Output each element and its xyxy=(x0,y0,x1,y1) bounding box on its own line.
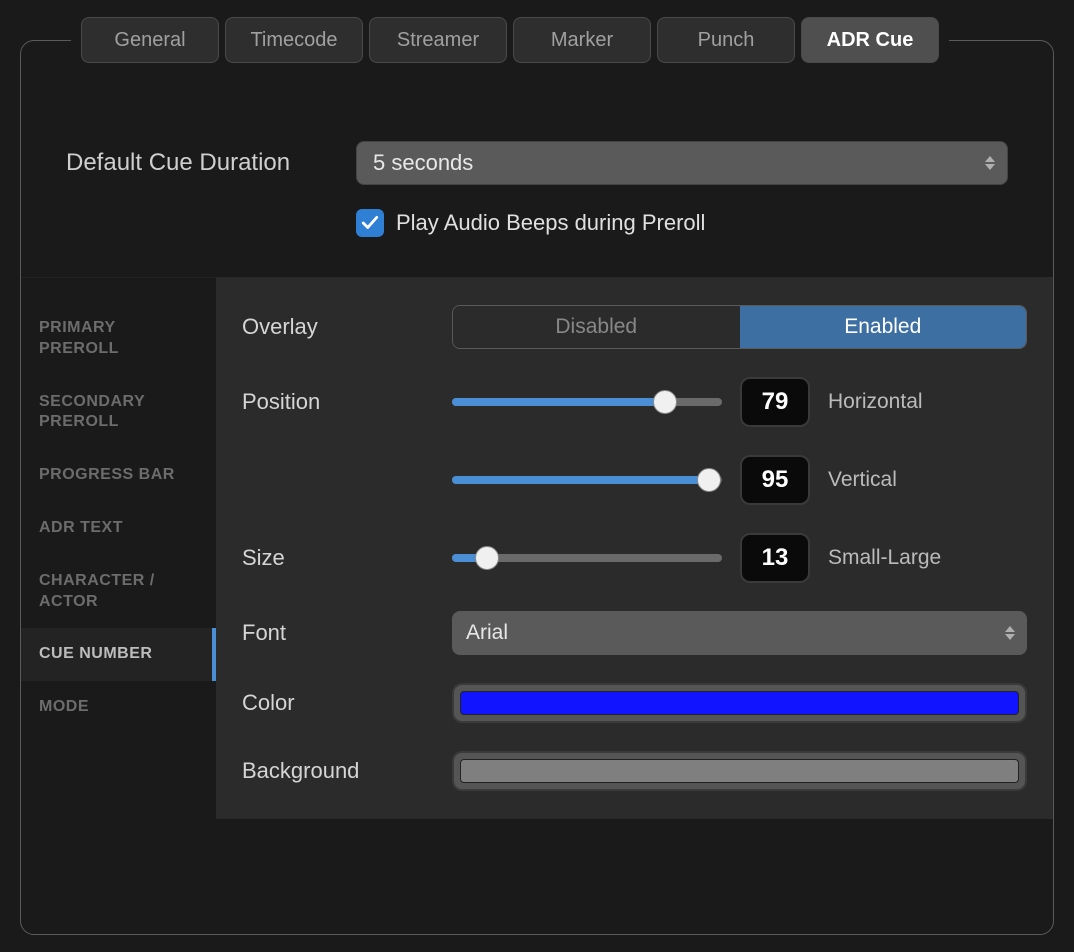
background-label: Background xyxy=(242,758,452,784)
sidebar-item-mode[interactable]: MODE xyxy=(21,681,216,734)
check-icon xyxy=(361,214,379,232)
play-beeps-checkbox[interactable] xyxy=(356,209,384,237)
sidebar-item-character-actor[interactable]: CHARACTER / ACTOR xyxy=(21,555,216,629)
position-label: Position xyxy=(242,389,452,415)
color-well[interactable] xyxy=(452,683,1027,723)
background-well[interactable] xyxy=(452,751,1027,791)
slider-thumb[interactable] xyxy=(697,468,721,492)
sidebar-item-cue-number[interactable]: CUE NUMBER xyxy=(21,628,216,681)
font-dropdown[interactable]: Arial xyxy=(452,611,1027,655)
color-swatch xyxy=(460,691,1019,715)
tab-timecode[interactable]: Timecode xyxy=(225,17,363,63)
horizontal-slider[interactable] xyxy=(452,398,722,406)
size-suffix: Small-Large xyxy=(828,546,941,570)
default-cue-duration-label: Default Cue Duration xyxy=(66,149,356,177)
size-label: Size xyxy=(242,545,452,571)
stepper-arrows-icon xyxy=(985,156,995,170)
vertical-suffix: Vertical xyxy=(828,468,938,492)
overlay-enabled-button[interactable]: Enabled xyxy=(740,306,1027,348)
tab-marker[interactable]: Marker xyxy=(513,17,651,63)
detail-panel: Overlay Disabled Enabled Position 79 xyxy=(216,277,1053,819)
background-swatch xyxy=(460,759,1019,783)
sidebar-item-primary-preroll[interactable]: PRIMARY PREROLL xyxy=(21,302,216,376)
tab-punch[interactable]: Punch xyxy=(657,17,795,63)
sidebar-item-secondary-preroll[interactable]: SECONDARY PREROLL xyxy=(21,376,216,450)
slider-thumb[interactable] xyxy=(475,546,499,570)
size-slider[interactable] xyxy=(452,554,722,562)
vertical-value[interactable]: 95 xyxy=(740,455,810,505)
font-value: Arial xyxy=(466,621,508,645)
play-beeps-label: Play Audio Beeps during Preroll xyxy=(396,210,705,236)
overlay-disabled-button[interactable]: Disabled xyxy=(453,306,740,348)
color-label: Color xyxy=(242,690,452,716)
slider-thumb[interactable] xyxy=(653,390,677,414)
sidebar: PRIMARY PREROLL SECONDARY PREROLL PROGRE… xyxy=(21,277,216,819)
top-tabs: General Timecode Streamer Marker Punch A… xyxy=(71,17,949,63)
tab-streamer[interactable]: Streamer xyxy=(369,17,507,63)
sidebar-item-adr-text[interactable]: ADR TEXT xyxy=(21,502,216,555)
default-cue-duration-value: 5 seconds xyxy=(373,150,473,176)
overlay-segmented: Disabled Enabled xyxy=(452,305,1027,349)
horizontal-value[interactable]: 79 xyxy=(740,377,810,427)
default-cue-duration-dropdown[interactable]: 5 seconds xyxy=(356,141,1008,185)
horizontal-suffix: Horizontal xyxy=(828,390,938,414)
overlay-label: Overlay xyxy=(242,314,452,340)
font-label: Font xyxy=(242,620,452,646)
stepper-arrows-icon xyxy=(1005,626,1015,640)
sidebar-item-progress-bar[interactable]: PROGRESS BAR xyxy=(21,449,216,502)
settings-panel: General Timecode Streamer Marker Punch A… xyxy=(20,40,1054,935)
vertical-slider[interactable] xyxy=(452,476,722,484)
size-value[interactable]: 13 xyxy=(740,533,810,583)
tab-general[interactable]: General xyxy=(81,17,219,63)
tab-adr-cue[interactable]: ADR Cue xyxy=(801,17,939,63)
